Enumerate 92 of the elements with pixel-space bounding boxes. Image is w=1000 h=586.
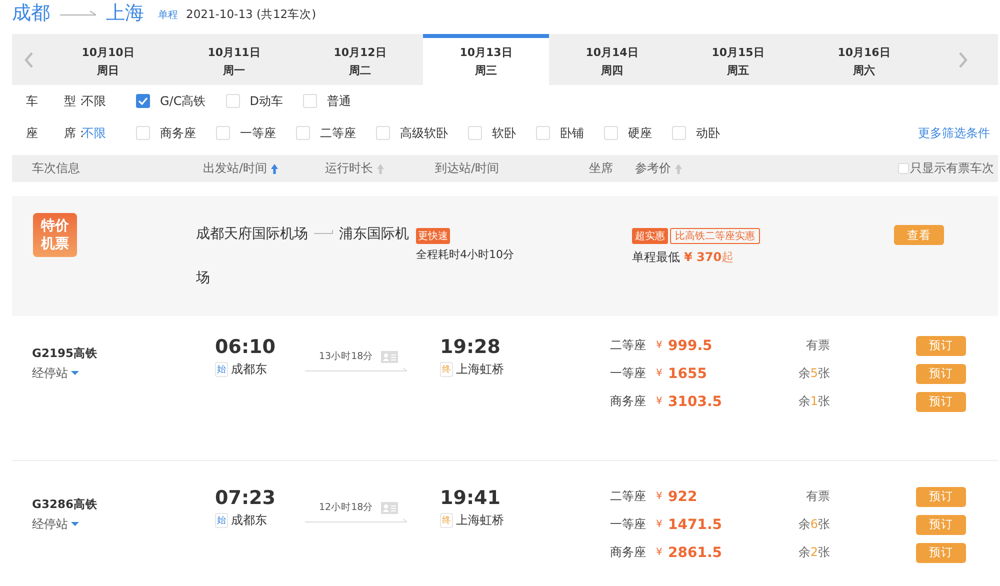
deal-tag: 超实惠	[632, 228, 668, 244]
filter-label: 车 型：	[26, 92, 82, 110]
availability: 余6张	[797, 516, 830, 533]
option-label: G/C高铁	[160, 92, 206, 110]
train-number: G2195高铁	[32, 346, 98, 361]
option-label: 高级软卧	[400, 124, 448, 142]
start-tag: 始	[215, 362, 228, 377]
arrival-station: 上海虹桥	[456, 512, 504, 529]
sort-arrow-icon[interactable]	[271, 164, 278, 174]
availability: 有票	[805, 337, 830, 354]
seat-price: 2861.5	[668, 544, 724, 560]
promo-badge: 特价机票	[33, 213, 77, 257]
availability: 余1张	[797, 393, 830, 410]
flight-route: 成都天府国际机场 浦东国际机场	[196, 225, 410, 288]
seat-class: 商务座	[610, 393, 647, 410]
end-tag: 终	[440, 362, 453, 377]
trip-type: 单程	[158, 8, 178, 22]
checkbox[interactable]	[136, 94, 150, 108]
seat-class: 商务座	[610, 544, 647, 561]
chevron-left-icon	[24, 50, 34, 68]
total-time: 全程耗时4小时10分	[416, 247, 514, 262]
option-label: 只显示有票车次	[910, 160, 994, 177]
column-header[interactable]: 出发站/时间	[203, 160, 268, 177]
arrival-station: 上海虹桥	[456, 361, 504, 378]
option-label: 卧铺	[560, 124, 584, 142]
duration: 12小时18分	[319, 501, 374, 514]
date-tab[interactable]: 10月11日 周一	[171, 34, 297, 85]
column-header: 坐席	[589, 160, 613, 177]
currency-sign: ¥	[656, 519, 664, 530]
column-header[interactable]: 参考价	[635, 160, 671, 177]
min-price-label: 单程最低	[632, 249, 680, 266]
date-tab[interactable]: 10月15日 周五	[675, 34, 801, 85]
currency-sign: ¥	[656, 368, 664, 379]
date-tab[interactable]: 10月14日 周四	[549, 34, 675, 85]
seat-class: 一等座	[610, 365, 647, 382]
seat-price: 1655	[668, 366, 708, 382]
id-card-icon	[381, 350, 398, 362]
availability: 有票	[805, 488, 830, 505]
seat-class: 一等座	[610, 516, 647, 533]
stops-dropdown[interactable]: 经停站	[32, 516, 79, 533]
option-label: D动车	[250, 92, 283, 110]
arrival-time: 19:41	[440, 487, 502, 509]
seat-class: 二等座	[610, 488, 647, 505]
departure-station: 成都东	[231, 361, 267, 378]
speed-tag: 更快速	[416, 228, 450, 244]
seat-price: 922	[668, 488, 698, 504]
currency-sign: ¥	[656, 396, 664, 407]
compare-tag: 比高铁二等座实惠	[670, 228, 760, 244]
seat-price: 3103.5	[668, 394, 724, 410]
caret-icon	[71, 371, 79, 376]
column-header: 车次信息	[32, 160, 80, 177]
option-label: 硬座	[628, 124, 652, 142]
currency-sign: ¥	[656, 547, 664, 558]
date-tab[interactable]: 10月10日 周日	[45, 34, 171, 85]
currency-sign: ¥	[656, 491, 664, 502]
date-tab[interactable]: 10月16日 周六	[801, 34, 927, 85]
availability: 余5张	[797, 365, 830, 382]
duration: 13小时18分	[319, 350, 374, 363]
end-tag: 终	[440, 513, 453, 528]
option-label: 二等座	[320, 124, 356, 142]
filter-label: 座 席：	[26, 124, 82, 142]
departure-city: 成都	[12, 1, 50, 26]
column-header[interactable]: 运行时长	[325, 160, 373, 177]
seat-price: 1471.5	[668, 516, 724, 532]
caret-icon	[71, 522, 79, 527]
column-header: 到达站/时间	[435, 160, 500, 177]
availability: 余2张	[797, 544, 830, 561]
trip-summary: 2021-10-13 (共12车次)	[186, 7, 316, 22]
option-label: 动卧	[696, 124, 720, 142]
option-label: 软卧	[492, 124, 516, 142]
min-price: ¥ 370起	[684, 249, 734, 266]
currency-sign: ¥	[656, 340, 664, 351]
option-label: 普通	[326, 92, 351, 110]
date-tab[interactable]: 10月13日 周三	[423, 34, 549, 85]
departure-time: 07:23	[215, 487, 276, 509]
start-tag: 始	[215, 513, 228, 528]
stops-dropdown[interactable]: 经停站	[32, 365, 79, 382]
sort-arrow-icon[interactable]	[377, 164, 384, 174]
departure-time: 06:10	[215, 336, 276, 358]
option-label: 商务座	[160, 124, 196, 142]
date-tab[interactable]: 10月12日 周二	[297, 34, 423, 85]
departure-station: 成都东	[231, 512, 267, 529]
arrival-time: 19:28	[440, 336, 502, 358]
chevron-right-icon	[958, 50, 968, 68]
seat-class: 二等座	[610, 337, 647, 354]
arrival-city: 上海	[106, 1, 144, 26]
option-label: 一等座	[240, 124, 276, 142]
seat-price: 999.5	[668, 338, 714, 354]
more-filters-link[interactable]: 更多筛选条件	[918, 124, 990, 142]
id-card-icon	[381, 502, 398, 514]
train-number: G3286高铁	[32, 497, 98, 512]
sort-arrow-icon[interactable]	[675, 164, 682, 174]
